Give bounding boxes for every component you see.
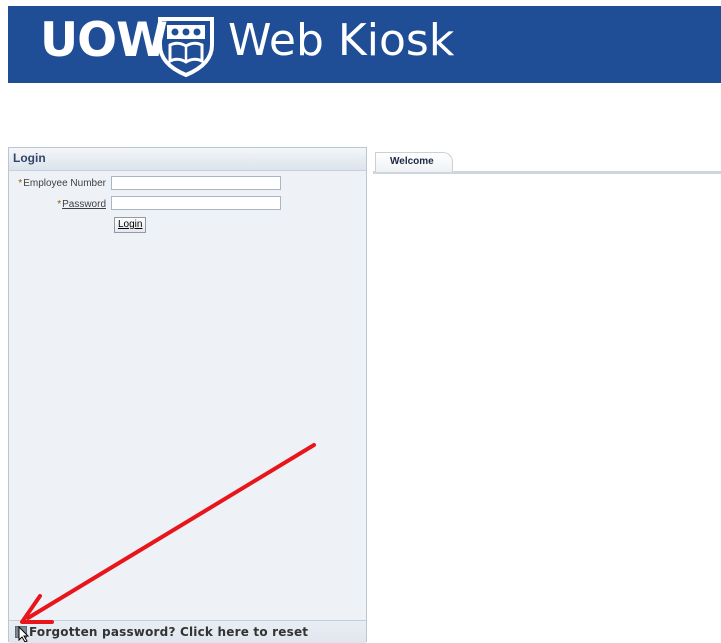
university-crest-icon — [158, 17, 214, 77]
login-button[interactable]: Login — [114, 217, 147, 233]
tab-welcome[interactable]: Welcome — [375, 152, 453, 172]
tab-strip: Welcome — [373, 150, 721, 174]
required-marker: * — [18, 178, 23, 189]
mouse-cursor-icon — [18, 626, 30, 642]
login-footer: Forgotten password? Click here to reset — [9, 620, 366, 643]
brand-logo-text: UOW — [40, 13, 168, 68]
forgotten-password-link[interactable]: Forgotten password? Click here to reset — [29, 625, 308, 639]
tab-welcome-label: Welcome — [390, 156, 434, 167]
login-panel-title: Login — [9, 148, 366, 171]
employee-number-label: *Employee Number — [18, 178, 106, 189]
password-row: *Password — [9, 197, 106, 213]
password-label: *Password — [57, 199, 106, 210]
employee-number-input[interactable] — [111, 176, 281, 190]
header-banner: UOW Web Kiosk — [8, 6, 721, 83]
app-title: Web Kiosk — [228, 15, 455, 66]
password-input[interactable] — [111, 196, 281, 210]
required-marker: * — [57, 199, 62, 210]
employee-number-row: *Employee Number — [9, 176, 106, 192]
employee-number-label-text: Employee Number — [23, 178, 106, 189]
password-label-text: Password — [62, 199, 106, 210]
login-panel: Login *Employee Number *Password Login F… — [8, 147, 367, 643]
